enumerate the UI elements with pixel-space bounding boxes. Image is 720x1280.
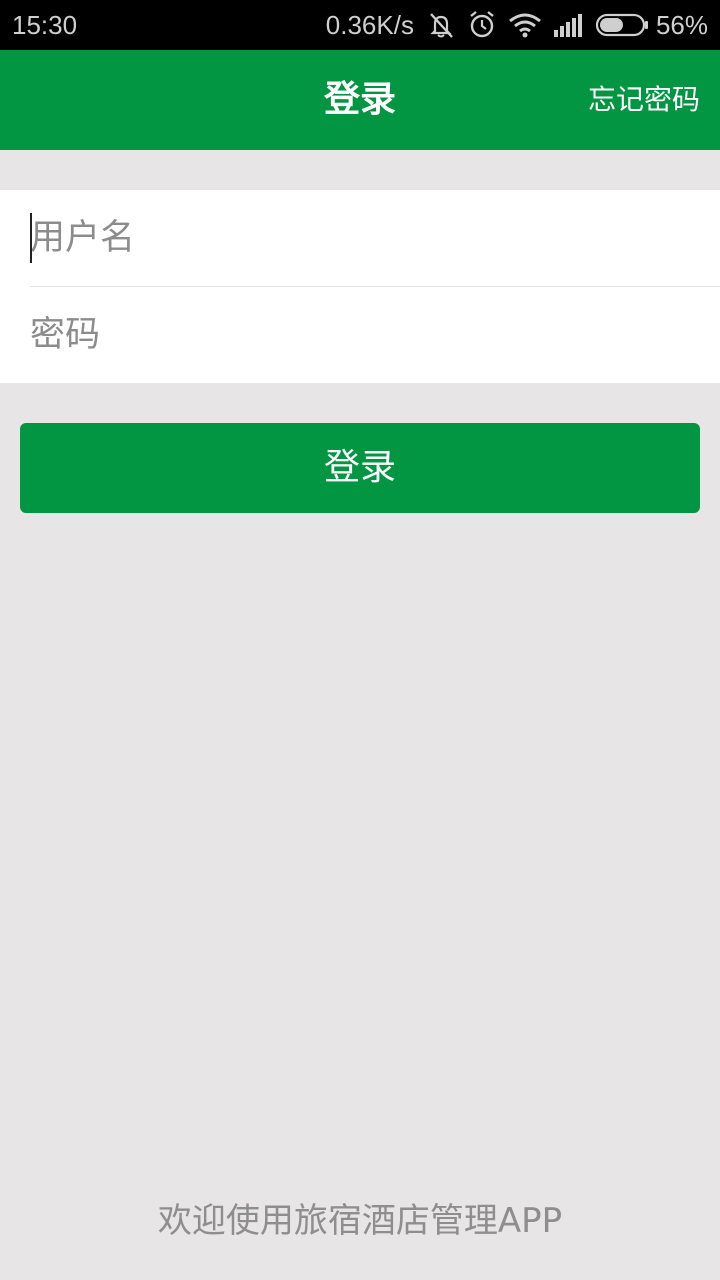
text-cursor — [30, 213, 32, 263]
mute-icon — [426, 10, 456, 40]
status-time: 15:30 — [12, 10, 78, 40]
username-input[interactable] — [30, 218, 720, 258]
wifi-icon — [508, 12, 542, 38]
status-bar: 15:30 0.36K/s 56% — [0, 0, 720, 50]
password-input[interactable] — [30, 315, 720, 355]
password-field-row — [30, 287, 720, 383]
battery-icon — [595, 13, 648, 37]
battery: 56% — [595, 9, 708, 41]
forgot-password-link[interactable]: 忘记密码 — [588, 50, 700, 150]
login-button[interactable]: 登录 — [20, 423, 700, 513]
login-form — [0, 190, 720, 383]
status-icons: 0.36K/s 56% — [326, 0, 708, 50]
alarm-icon — [468, 10, 496, 40]
network-speed: 0.36K/s — [325, 9, 414, 40]
battery-percent: 56% — [655, 9, 708, 40]
welcome-text: 欢迎使用旅宿酒店管理APP — [157, 1201, 563, 1241]
signal-icon — [553, 13, 584, 37]
app-bar: 登录 忘记密码 — [0, 50, 720, 150]
username-field-row — [30, 190, 720, 286]
